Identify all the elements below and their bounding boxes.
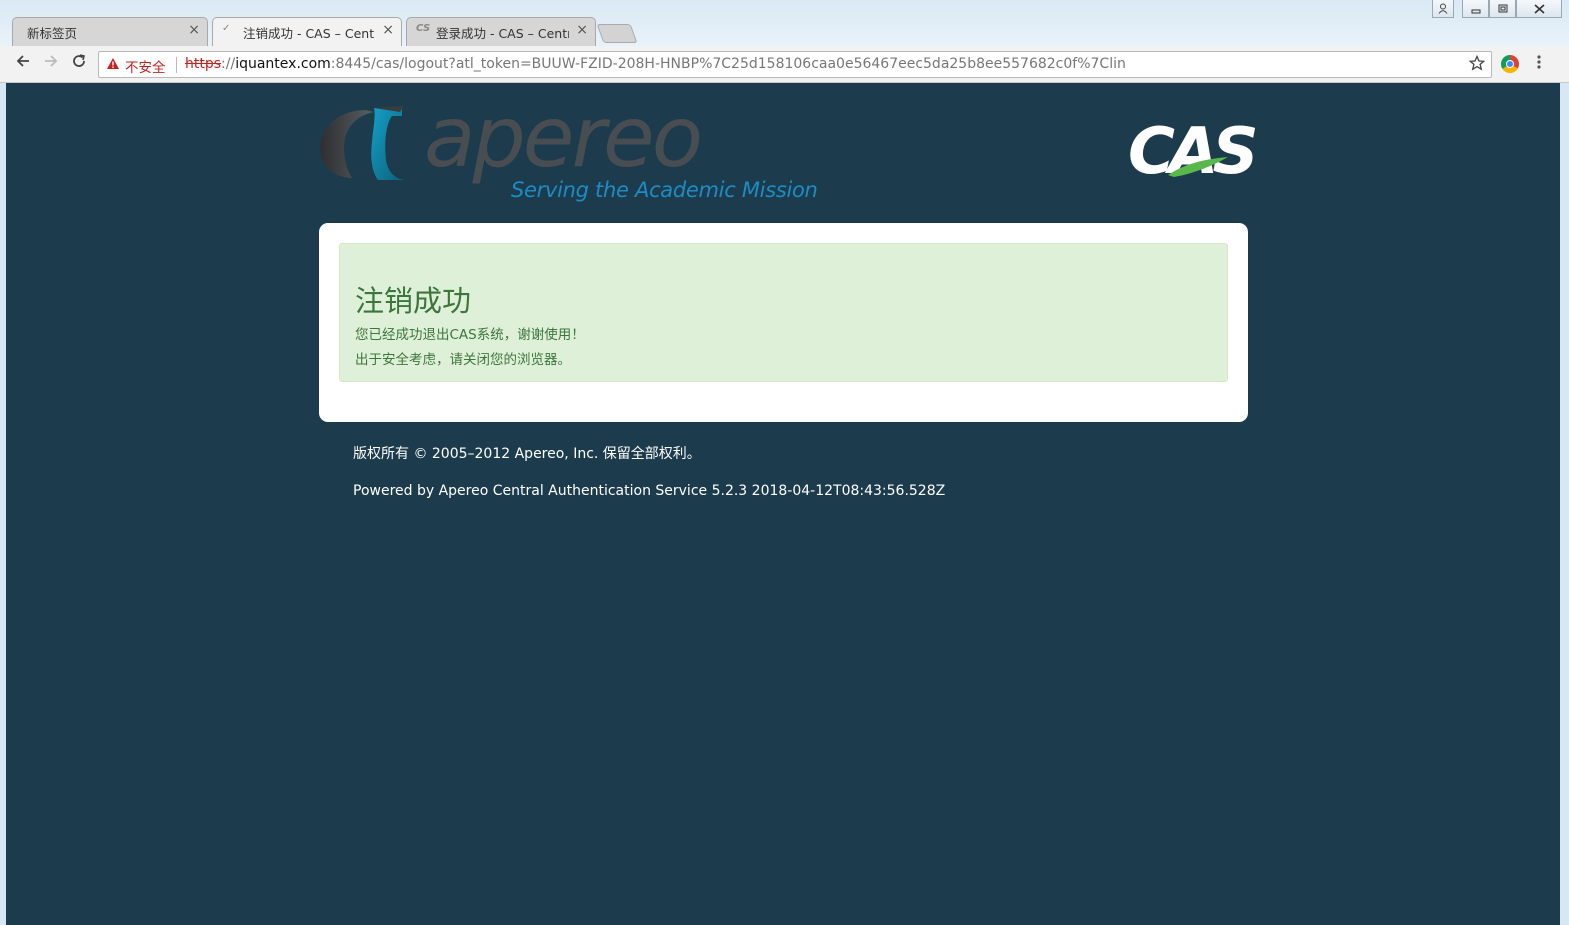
alert-message-close-browser: 出于安全考虑，请关闭您的浏览器。 <box>355 352 571 368</box>
content-card: 注销成功 您已经成功退出CAS系统，谢谢使用！ 出于安全考虑，请关闭您的浏览器。 <box>319 223 1248 422</box>
footer-powered-by: Powered by Apereo Central Authentication… <box>353 483 946 499</box>
extension-icon[interactable] <box>1501 55 1519 73</box>
browser-toolbar: 不安全 https://iquantex.com:8445/cas/logout… <box>0 46 1569 83</box>
alert-title: 注销成功 <box>355 284 472 318</box>
minimize-icon[interactable] <box>1462 0 1489 18</box>
new-tab-button[interactable] <box>596 24 638 43</box>
tab-close-icon[interactable]: × <box>382 22 394 38</box>
browser-titlebar: 新标签页 × ✓ 注销成功 - CAS – Centr × CS 登录成功 - … <box>0 0 1569 46</box>
cas-favicon-icon: CS <box>416 23 431 34</box>
tab-login-success[interactable]: CS 登录成功 - CAS – Centr × <box>406 17 596 46</box>
footer-copyright: 版权所有 © 2005–2012 Apereo, Inc. 保留全部权利。 <box>353 446 701 462</box>
apereo-tagline: Serving the Academic Mission <box>511 178 818 202</box>
back-icon[interactable] <box>12 53 34 75</box>
cas-logo: CAS <box>1128 115 1259 189</box>
profile-icon[interactable] <box>1432 0 1454 18</box>
security-status-label[interactable]: 不安全 <box>125 56 166 76</box>
url-host: iquantex.com <box>235 56 331 72</box>
menu-icon[interactable] <box>1536 53 1542 76</box>
apereo-wordmark: apereo <box>424 88 703 186</box>
omnibox-divider <box>176 57 177 73</box>
tab-close-icon[interactable]: × <box>188 22 200 38</box>
window-frame-right <box>1560 83 1569 925</box>
star-icon[interactable] <box>1468 54 1486 75</box>
tab-close-icon[interactable]: × <box>576 22 588 38</box>
tab-logout-success[interactable]: ✓ 注销成功 - CAS – Centr × <box>212 17 402 46</box>
apereo-logo: apereo Serving the Academic Mission <box>318 88 818 210</box>
address-bar[interactable]: 不安全 https://iquantex.com:8445/cas/logout… <box>98 51 1492 78</box>
url-scheme: https <box>185 56 222 72</box>
restore-icon[interactable] <box>1489 0 1516 18</box>
url-separator: :// <box>221 56 236 72</box>
window-frame-left <box>0 83 6 925</box>
cas-leaf-icon <box>1168 157 1228 177</box>
reload-icon[interactable] <box>68 53 90 75</box>
url-path: :8445/cas/logout?atl_token=BUUW-FZID-208… <box>330 56 1126 72</box>
close-icon[interactable] <box>1516 0 1562 18</box>
tab-title: 新标签页 <box>27 26 78 41</box>
cas-favicon-icon: ✓ <box>222 23 231 34</box>
logout-success-alert: 注销成功 您已经成功退出CAS系统，谢谢使用！ 出于安全考虑，请关闭您的浏览器。 <box>339 243 1228 382</box>
alert-message-logged-out: 您已经成功退出CAS系统，谢谢使用！ <box>355 327 585 343</box>
warning-icon <box>106 57 120 74</box>
url-text[interactable]: https://iquantex.com:8445/cas/logout?atl… <box>185 56 1126 72</box>
tab-title: 注销成功 - CAS – Centr <box>243 26 375 41</box>
tab-new-tab[interactable]: 新标签页 × <box>12 17 208 46</box>
forward-icon[interactable] <box>40 53 62 75</box>
apereo-mark-icon <box>320 106 404 180</box>
tab-title: 登录成功 - CAS – Centr <box>436 26 569 41</box>
